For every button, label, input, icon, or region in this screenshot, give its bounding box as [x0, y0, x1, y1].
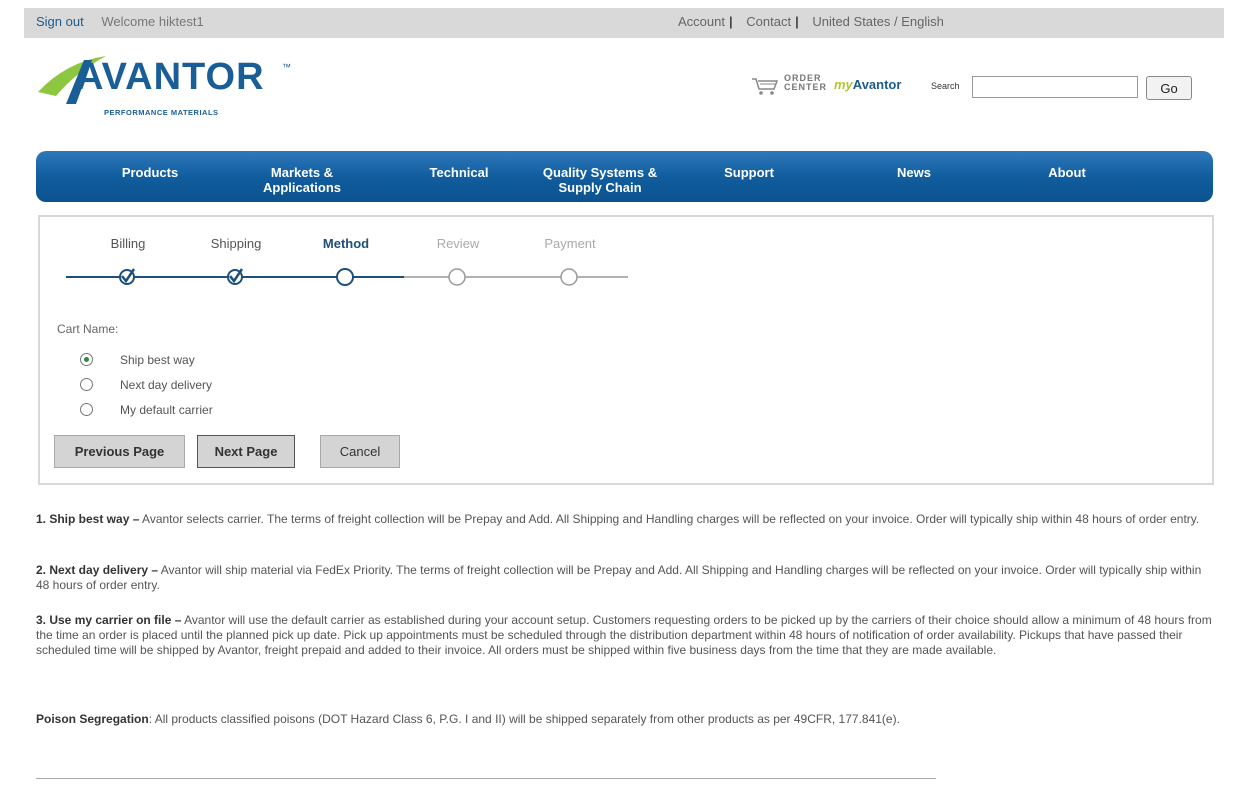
- step-method-node-icon: [336, 268, 354, 286]
- search-input[interactable]: [972, 76, 1138, 98]
- nav-item-markets-applications[interactable]: Markets & Applications: [263, 165, 341, 195]
- ship-best-way-label[interactable]: Ship best way: [120, 353, 195, 367]
- info-ship-best-way: 1. Ship best way – Avantor selects carri…: [36, 512, 1216, 527]
- checkout-progress-tracker: [66, 268, 628, 286]
- my-avantor-link[interactable]: myAvantor: [834, 77, 901, 92]
- my-default-carrier-label[interactable]: My default carrier: [120, 403, 213, 417]
- nav-item-support[interactable]: Support: [724, 165, 774, 180]
- nav-item-products[interactable]: Products: [122, 165, 178, 180]
- trademark: ™: [282, 62, 291, 72]
- info-ship-best-way-title: 1. Ship best way –: [36, 512, 140, 526]
- logo-tagline: PERFORMANCE MATERIALS: [104, 108, 219, 117]
- previous-page-button[interactable]: Previous Page: [54, 435, 185, 468]
- info-use-my-carrier-text: Avantor will use the default carrier as …: [36, 613, 1212, 657]
- my-avantor-label: Avantor: [852, 77, 902, 92]
- step-payment-node-icon: [560, 268, 578, 286]
- info-poison-segregation-text: : All products classified poisons (DOT H…: [148, 712, 900, 726]
- next-day-delivery-radio[interactable]: [80, 378, 93, 391]
- sign-out-link[interactable]: Sign out: [36, 14, 84, 29]
- info-use-my-carrier: 3. Use my carrier on file – Avantor will…: [36, 613, 1216, 658]
- step-billing-check-icon: [119, 268, 136, 285]
- info-use-my-carrier-title: 3. Use my carrier on file –: [36, 613, 182, 627]
- welcome-text: Welcome hiktest1: [101, 14, 204, 29]
- footer-divider: [36, 778, 936, 779]
- next-day-delivery-label[interactable]: Next day delivery: [120, 378, 212, 392]
- info-poison-segregation-title: Poison Segregation: [36, 712, 149, 726]
- avantor-logo[interactable]: AVANTOR ™ PERFORMANCE MATERIALS: [36, 52, 296, 124]
- separator: |: [795, 14, 799, 29]
- info-ship-best-way-text: Avantor selects carrier. The terms of fr…: [139, 512, 1200, 526]
- go-button[interactable]: Go: [1146, 76, 1192, 100]
- step-billing-label: Billing: [110, 236, 146, 251]
- nav-item-quality-systems[interactable]: Quality Systems & Supply Chain: [543, 165, 657, 195]
- nav-item-technical[interactable]: Technical: [429, 165, 488, 180]
- main-navigation: Products Markets & Applications Technica…: [36, 151, 1213, 202]
- order-center-line2: CENTER: [784, 82, 828, 92]
- logo-wordmark: AVANTOR: [76, 56, 265, 98]
- step-review-label: Review: [436, 236, 480, 251]
- cart-name-label: Cart Name:: [57, 322, 119, 336]
- step-shipping-label: Shipping: [210, 236, 262, 251]
- ship-best-way-radio[interactable]: [80, 353, 93, 366]
- region-link[interactable]: United States / English: [812, 14, 944, 29]
- order-center-link[interactable]: ORDER CENTER: [750, 74, 828, 98]
- account-link[interactable]: Account: [678, 14, 725, 29]
- my-prefix: my: [834, 77, 853, 92]
- info-next-day-delivery-text: Avantor will ship material via FedEx Pri…: [36, 563, 1202, 592]
- cancel-button[interactable]: Cancel: [320, 435, 400, 468]
- my-default-carrier-radio[interactable]: [80, 403, 93, 416]
- nav-item-news[interactable]: News: [897, 165, 931, 180]
- step-method-label: Method: [322, 236, 370, 251]
- nav-item-about[interactable]: About: [1048, 165, 1086, 180]
- info-next-day-delivery: 2. Next day delivery – Avantor will ship…: [36, 563, 1216, 593]
- step-payment-label: Payment: [544, 236, 596, 251]
- info-next-day-delivery-title: 2. Next day delivery –: [36, 563, 159, 577]
- step-review-node-icon: [448, 268, 466, 286]
- top-utility-bar: Sign out Welcome hiktest1 Account | Conta…: [24, 8, 1224, 38]
- next-page-button[interactable]: Next Page: [197, 435, 295, 468]
- step-shipping-check-icon: [227, 268, 244, 285]
- separator: |: [728, 14, 733, 29]
- search-label: Search: [931, 81, 960, 91]
- contact-link[interactable]: Contact: [746, 14, 791, 29]
- cart-icon: [752, 78, 779, 95]
- info-poison-segregation: Poison Segregation: All products classif…: [36, 712, 1216, 727]
